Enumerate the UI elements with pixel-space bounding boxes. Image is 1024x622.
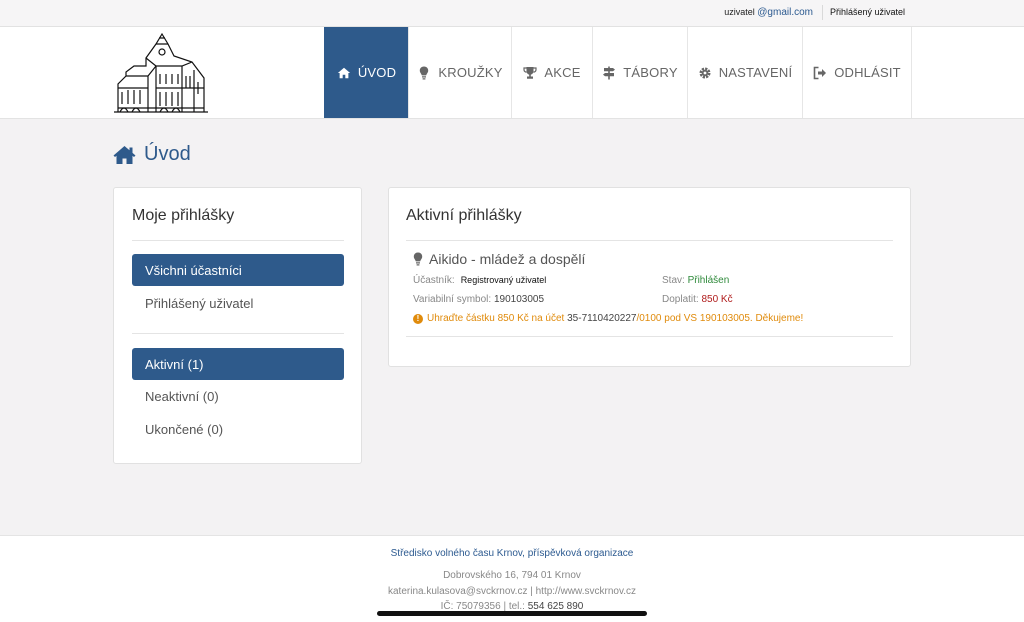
due-value: 850 Kč	[701, 294, 733, 305]
trophy-icon	[523, 66, 537, 79]
building-logo-icon	[114, 32, 208, 113]
logout-icon	[813, 66, 827, 79]
nav-label: KROUŽKY	[438, 65, 503, 80]
course-name: Aikido - mládež a dospělí	[429, 251, 586, 267]
filter-logged-user[interactable]: Přihlášený uživatel	[132, 287, 344, 319]
vs-value: 190103005	[493, 294, 545, 305]
payment-text: Uhraďte částku 850 Kč na účet	[427, 313, 568, 324]
filter-ended[interactable]: Ukončené (0)	[132, 413, 344, 445]
nav-item-uvod[interactable]: ÚVOD	[324, 27, 408, 118]
status-row: Stav: Přihlášen	[662, 275, 729, 286]
site-header: ÚVOD KROUŽKY AKCE TÁBORY NASTAVENÍ ODHLÁ…	[0, 27, 1024, 119]
info-icon: !	[413, 313, 423, 324]
home-indicator[interactable]	[377, 611, 647, 616]
status-value: Přihlášen	[687, 275, 730, 286]
divider	[132, 333, 344, 334]
payment-account: 35-7110420227	[567, 313, 637, 324]
page-title-text: Úvod	[144, 143, 191, 165]
nav-label: NASTAVENÍ	[718, 65, 793, 80]
participant-label: Účastník:	[413, 275, 455, 286]
active-registrations-panel: Aktivní přihlášky Aikido - mládež a dosp…	[388, 187, 911, 367]
home-icon	[337, 67, 350, 78]
nav-item-odhlasit[interactable]: ODHLÁSIT	[802, 27, 912, 118]
top-divider	[822, 5, 823, 20]
lightbulb-icon	[420, 66, 429, 79]
panel-title: Aktivní přihlášky	[406, 207, 522, 224]
payment-text-end: /0100 pod VS 190103005. Děkujeme!	[636, 313, 804, 324]
page-title: Úvod	[113, 143, 191, 166]
my-registrations-panel: Moje přihlášky Všichni účastníci Přihláš…	[113, 187, 362, 464]
footer-org: Středisko volného času Krnov, příspěvkov…	[390, 548, 634, 559]
user-email-prefix: uzivatel	[724, 7, 758, 17]
nav-item-tabory[interactable]: TÁBORY	[592, 27, 687, 118]
home-icon	[113, 145, 136, 164]
participant-row: Účastník: Registrovaný uživatel	[413, 275, 546, 286]
signpost-icon	[603, 66, 616, 79]
footer-address: Dobrovského 16, 794 01 Krnov	[443, 570, 581, 581]
main-nav: ÚVOD KROUŽKY AKCE TÁBORY NASTAVENÍ ODHLÁ…	[324, 27, 912, 118]
user-email[interactable]: uzivatel @gmail.com	[724, 7, 813, 18]
nav-label: AKCE	[544, 65, 581, 80]
top-user-bar: uzivatel @gmail.com Přihlášený uživatel	[0, 0, 1024, 27]
user-email-domain: @gmail.com	[757, 7, 813, 18]
divider	[406, 336, 893, 337]
status-label: Stav:	[662, 275, 685, 286]
filter-active[interactable]: Aktivní (1)	[132, 348, 344, 380]
vs-label: Variabilní symbol:	[413, 294, 492, 305]
due-row: Doplatit: 850 Kč	[662, 294, 733, 305]
due-label: Doplatit:	[662, 294, 699, 305]
vs-row: Variabilní symbol: 190103005	[413, 294, 544, 305]
lightbulb-icon	[413, 252, 423, 266]
footer-contact[interactable]: katerina.kulasova@svckrnov.cz | http://w…	[0, 586, 1024, 597]
course-title[interactable]: Aikido - mládež a dospělí	[413, 251, 585, 267]
logged-user-label: Přihlášený uživatel	[830, 7, 906, 17]
nav-label: TÁBORY	[623, 65, 678, 80]
filter-inactive[interactable]: Neaktivní (0)	[132, 380, 344, 412]
site-logo[interactable]	[112, 32, 210, 114]
nav-item-akce[interactable]: AKCE	[511, 27, 592, 118]
nav-label: ÚVOD	[357, 65, 397, 80]
participant-value: Registrovaný uživatel	[460, 275, 547, 285]
filter-all-participants[interactable]: Všichni účastníci	[132, 254, 344, 286]
divider	[132, 240, 344, 241]
divider	[406, 240, 893, 241]
panel-title: Moje přihlášky	[132, 207, 235, 224]
gear-icon	[699, 67, 711, 78]
nav-label: ODHLÁSIT	[834, 65, 901, 80]
nav-item-krouzky[interactable]: KROUŽKY	[408, 27, 511, 118]
nav-item-nastaveni[interactable]: NASTAVENÍ	[687, 27, 802, 118]
site-footer: Středisko volného času Krnov, příspěvkov…	[0, 535, 1024, 622]
payment-notice: ! Uhraďte částku 850 Kč na účet 35-71104…	[413, 313, 803, 324]
